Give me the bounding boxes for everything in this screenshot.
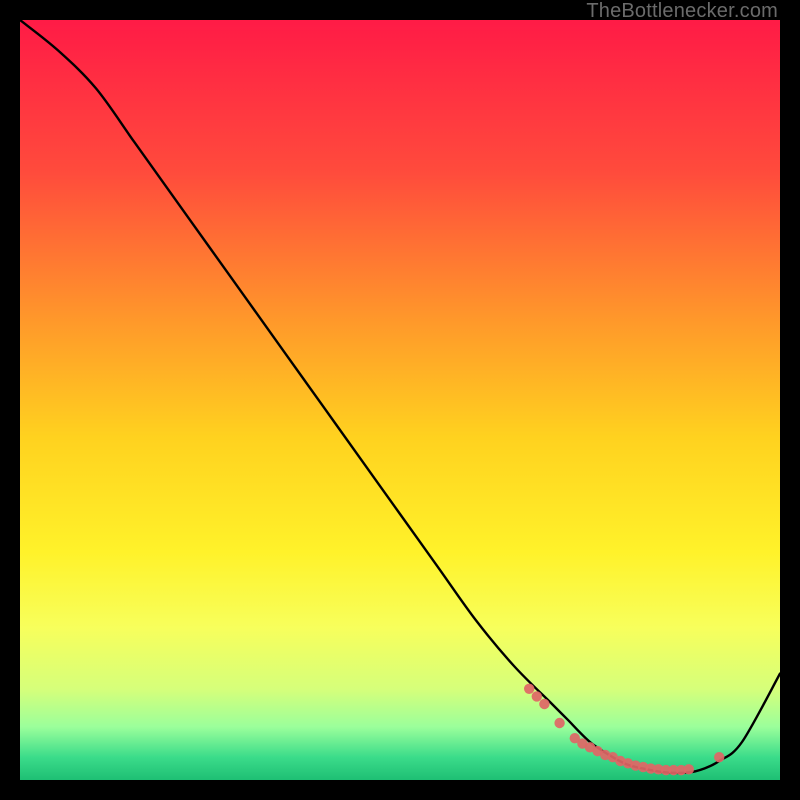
curve-marker [714,752,724,762]
curve-marker [539,699,549,709]
chart-background-gradient [20,20,780,780]
curve-marker [554,718,564,728]
curve-marker [524,684,534,694]
bottleneck-chart [20,20,780,780]
chart-frame [20,20,780,780]
curve-marker [532,691,542,701]
curve-marker [684,764,694,774]
watermark-text: TheBottlenecker.com [586,0,778,23]
